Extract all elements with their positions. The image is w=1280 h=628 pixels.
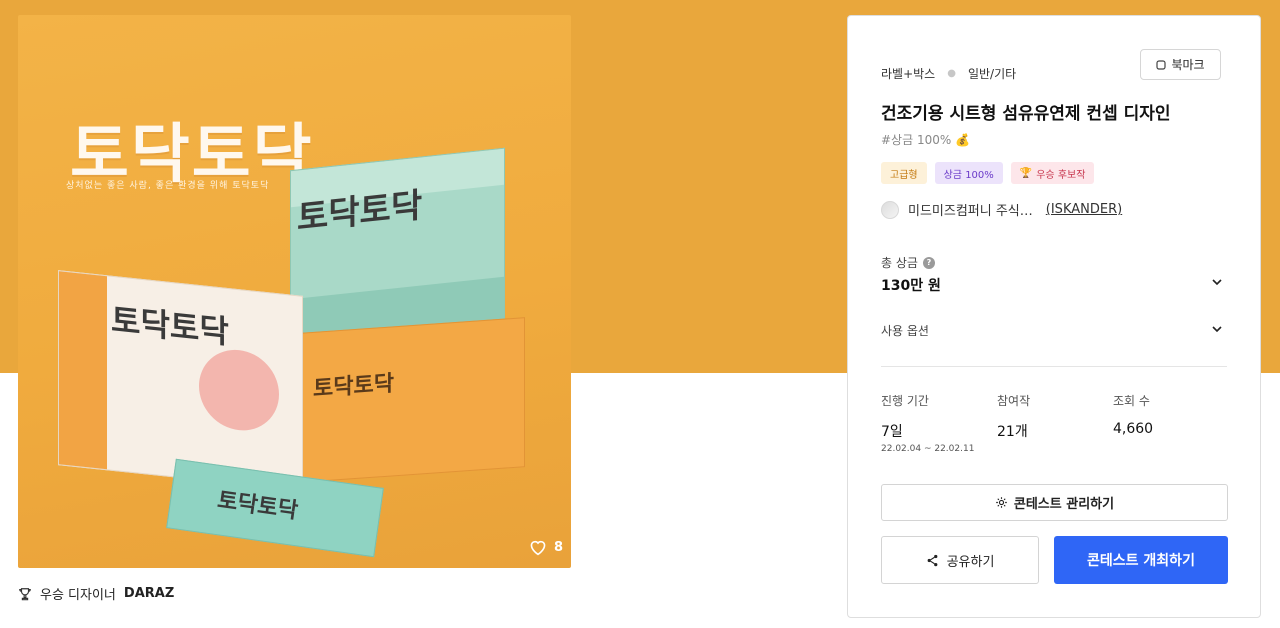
help-icon[interactable]: ?	[922, 256, 935, 269]
company-name[interactable]: 미드미즈컴퍼니 주식…	[908, 200, 1033, 219]
stat-duration: 진행 기간 7일 22.02.04 ~ 22.02.11	[881, 392, 997, 454]
stat-label: 진행 기간	[881, 394, 929, 408]
share-icon	[927, 554, 937, 566]
share-label: 공유하기	[946, 554, 995, 570]
product-image-tagline: 상처없는 좋은 사람, 좋은 환경을 위해 토닥토닥	[66, 181, 270, 191]
company-username-link[interactable]: (ISKANDER)	[1046, 202, 1122, 217]
trophy-icon: 🏆	[1019, 167, 1033, 179]
share-button[interactable]: 공유하기	[881, 536, 1039, 584]
stat-entries: 참여작 21개	[997, 392, 1113, 454]
badge-list: 고급형 상금 100% 🏆 우승 후보작	[881, 162, 1095, 184]
like-count: 8	[553, 539, 563, 555]
bookmark-button[interactable]: 북마크	[1140, 49, 1221, 80]
contest-hashtag: #상금 100% 💰	[881, 133, 971, 147]
badge-premium: 고급형	[881, 162, 927, 184]
company-avatar	[881, 200, 899, 219]
category-breadcrumb: 라벨+박스 ● 일반/기타	[881, 65, 1016, 82]
trophy-icon	[18, 587, 32, 601]
badge-candidate-label: 우승 후보작	[1036, 169, 1086, 181]
bookmark-label: 북마크	[1171, 58, 1205, 72]
like-button[interactable]: 8	[528, 538, 563, 556]
host-contest-button[interactable]: 콘테스트 개최하기	[1054, 536, 1228, 584]
host-contest-label: 콘테스트 개최하기	[1087, 553, 1195, 569]
contest-info-panel: 라벨+박스 ● 일반/기타 북마크 건조기용 시트형 섬유유연제 컨셉 디자인 …	[847, 15, 1261, 618]
divider	[881, 366, 1227, 367]
pink-package-box: 토닥토닥	[58, 270, 303, 491]
character-illustration	[199, 345, 279, 435]
sachet-label: 토닥토닥	[215, 488, 300, 525]
separator-dot: ●	[947, 68, 956, 79]
orange-package-box: 토닥토닥	[300, 317, 525, 483]
badge-prize-100: 상금 100%	[934, 162, 1003, 184]
heart-outline-icon[interactable]	[528, 538, 548, 556]
category-label[interactable]: 라벨+박스	[881, 65, 935, 82]
pink-box-label: 토닥토닥	[111, 300, 229, 352]
badge-prize-label: 상금 100%	[943, 169, 994, 181]
total-prize-text: 총 상금	[881, 256, 918, 270]
contest-title: 건조기용 시트형 섬유유연제 컨셉 디자인	[881, 104, 1171, 124]
orange-box-label: 토닥토닥	[313, 371, 394, 402]
badge-premium-label: 고급형	[890, 169, 918, 181]
company-info: 미드미즈컴퍼니 주식… (ISKANDER)	[881, 200, 1122, 219]
chevron-down-icon[interactable]	[1210, 322, 1224, 336]
subcategory-label[interactable]: 일반/기타	[968, 65, 1016, 82]
stat-views: 조회 수 4,660	[1113, 392, 1229, 454]
stat-value: 4,660	[1113, 421, 1154, 437]
badge-winner-candidate: 🏆 우승 후보작	[1010, 162, 1095, 184]
chevron-down-icon[interactable]	[1210, 275, 1224, 289]
winner-prefix: 우승 디자이너	[40, 588, 116, 603]
gear-icon	[996, 497, 1007, 508]
winner-designer: 우승 디자이너 DARAZ	[18, 584, 174, 603]
contest-stats: 진행 기간 7일 22.02.04 ~ 22.02.11 참여작 21개 조회 …	[881, 392, 1229, 454]
stat-value: 7일	[881, 424, 903, 440]
bookmark-icon	[1156, 59, 1167, 70]
stat-label: 참여작	[997, 394, 1031, 408]
stat-label: 조회 수	[1113, 394, 1150, 408]
winner-name[interactable]: DARAZ	[124, 586, 174, 601]
manage-contest-label: 콘테스트 관리하기	[1013, 497, 1115, 512]
stat-value: 21개	[997, 424, 1028, 440]
total-prize-label: 총 상금 ?	[881, 254, 935, 271]
total-prize-value: 130만 원	[881, 278, 941, 294]
manage-contest-button[interactable]: 콘테스트 관리하기	[881, 484, 1228, 521]
usage-options-label: 사용 옵션	[881, 324, 929, 338]
stat-date-range: 22.02.04 ~ 22.02.11	[881, 444, 975, 454]
product-image[interactable]: 토닥토닥 상처없는 좋은 사람, 좋은 환경을 위해 토닥토닥 토닥토닥 토닥토…	[18, 15, 571, 568]
